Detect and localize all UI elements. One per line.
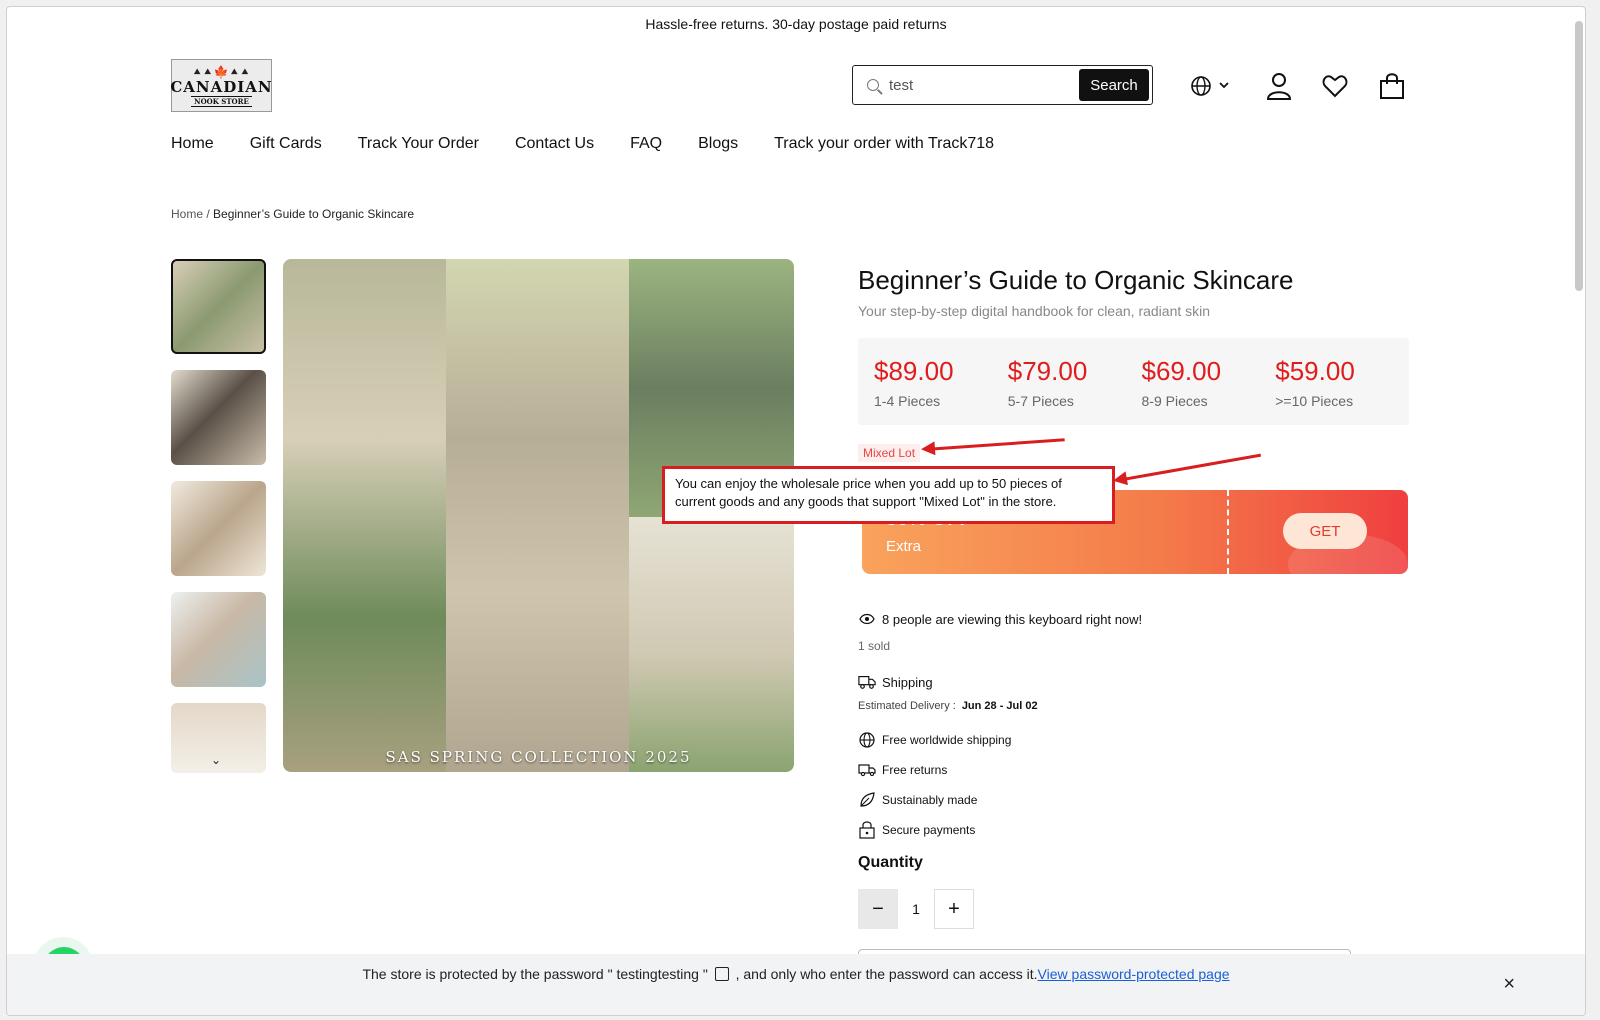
image-caption: SAS SPRING COLLECTION 2025 bbox=[385, 748, 692, 766]
logo-line1: CANADIAN bbox=[170, 77, 273, 96]
feature-text: Free worldwide shipping bbox=[882, 733, 1012, 747]
get-coupon-button[interactable]: GET bbox=[1283, 513, 1367, 549]
nav-blogs[interactable]: Blogs bbox=[698, 135, 738, 153]
tier-qty: 1-4 Pieces bbox=[874, 393, 941, 409]
nav-gift-cards[interactable]: Gift Cards bbox=[250, 135, 322, 153]
announcement-bar: Hassle-free returns. 30-day postage paid… bbox=[645, 16, 947, 32]
breadcrumb-current: Beginner’s Guide to Organic Skincare bbox=[213, 207, 415, 221]
price-tiers: $89.00 1-4 Pieces $79.00 5-7 Pieces $69.… bbox=[858, 338, 1409, 425]
account-icon[interactable] bbox=[1264, 71, 1294, 101]
coupon-extra: Extra bbox=[886, 538, 922, 555]
breadcrumb-home[interactable]: Home bbox=[171, 207, 203, 221]
coupon-divider bbox=[1227, 490, 1229, 574]
tier-price: $79.00 bbox=[1007, 356, 1088, 386]
search-box: Search bbox=[852, 65, 1153, 105]
notice-text: The store is protected by the password "… bbox=[362, 966, 708, 982]
feature-text: Sustainably made bbox=[882, 793, 978, 807]
thumbnail-1[interactable] bbox=[171, 259, 266, 354]
copy-icon[interactable] bbox=[714, 967, 729, 981]
search-input[interactable] bbox=[889, 76, 1069, 94]
tier-qty: >=10 Pieces bbox=[1275, 393, 1354, 409]
feature-secure-payments: Secure payments bbox=[858, 821, 975, 839]
thumbnail-3[interactable] bbox=[171, 481, 266, 576]
search-icon bbox=[867, 79, 879, 91]
shipping-heading: Shipping bbox=[858, 673, 933, 691]
thumbnail-list: ⌄ bbox=[171, 259, 266, 773]
quantity-value[interactable]: 1 bbox=[898, 901, 934, 917]
annotation-arrow bbox=[1116, 453, 1262, 482]
sold-count: 1 sold bbox=[858, 639, 891, 653]
thumbnail-4[interactable] bbox=[171, 592, 266, 687]
nav-home[interactable]: Home bbox=[171, 135, 214, 153]
price-tier: $89.00 1-4 Pieces bbox=[874, 338, 1008, 425]
logo-line2: NOOK STORE bbox=[191, 95, 252, 107]
chevron-down-icon[interactable]: ⌄ bbox=[211, 753, 221, 767]
feature-free-returns: Free returns bbox=[858, 761, 947, 779]
estimated-delivery: Estimated Delivery : Jun 28 - Jul 02 bbox=[858, 700, 1038, 712]
globe-icon bbox=[858, 731, 876, 749]
globe-icon bbox=[1191, 76, 1229, 96]
truck-icon bbox=[858, 761, 876, 779]
thumbnail-5[interactable]: ⌄ bbox=[171, 703, 266, 773]
browser-page: Hassle-free returns. 30-day postage paid… bbox=[6, 6, 1586, 1016]
language-selector[interactable] bbox=[1190, 71, 1234, 101]
viewing-count: 8 people are viewing this keyboard right… bbox=[858, 610, 1142, 628]
feature-text: Free returns bbox=[882, 763, 948, 777]
password-notice-bar: The store is protected by the password "… bbox=[7, 954, 1585, 1015]
page-scrollbar[interactable] bbox=[1575, 21, 1583, 291]
store-logo[interactable]: ⯅⯅🍁⯅⯅ CANADIAN NOOK STORE bbox=[170, 59, 273, 112]
delivery-value: Jun 28 - Jul 02 bbox=[961, 700, 1038, 712]
quantity-label: Quantity bbox=[858, 854, 923, 871]
annotation-arrow bbox=[924, 438, 1065, 451]
nav-track718[interactable]: Track your order with Track718 bbox=[774, 135, 994, 153]
quantity-stepper: − 1 + bbox=[858, 889, 974, 929]
lock-icon bbox=[858, 821, 876, 839]
image-panel-left bbox=[283, 259, 446, 772]
breadcrumb: Home / Beginner’s Guide to Organic Skinc… bbox=[171, 207, 414, 221]
price-tier: $79.00 5-7 Pieces bbox=[1008, 338, 1142, 425]
product-subtitle: Your step-by-step digital handbook for c… bbox=[858, 303, 1211, 319]
wishlist-heart-icon[interactable] bbox=[1320, 71, 1350, 101]
image-panel-right-bottom bbox=[629, 517, 794, 772]
feature-text: Secure payments bbox=[882, 823, 976, 837]
tier-qty: 8-9 Pieces bbox=[1141, 393, 1208, 409]
search-button[interactable]: Search bbox=[1079, 69, 1149, 101]
shipping-label: Shipping bbox=[882, 674, 933, 690]
tier-price: $69.00 bbox=[1141, 356, 1222, 386]
feature-sustainably-made: Sustainably made bbox=[858, 791, 977, 809]
notice-text-suffix: , and only who enter the password can ac… bbox=[735, 966, 1038, 982]
price-tier: $59.00 >=10 Pieces bbox=[1275, 338, 1409, 425]
eye-icon bbox=[858, 610, 876, 628]
tier-qty: 5-7 Pieces bbox=[1007, 393, 1074, 409]
product-title: Beginner’s Guide to Organic Skincare bbox=[858, 265, 1294, 295]
close-icon[interactable]: × bbox=[1503, 974, 1515, 994]
cart-bag-icon[interactable] bbox=[1377, 71, 1407, 101]
breadcrumb-separator: / bbox=[203, 207, 214, 221]
viewing-text: 8 people are viewing this keyboard right… bbox=[882, 611, 1143, 627]
quantity-increase-button[interactable]: + bbox=[934, 889, 974, 929]
quantity-decrease-button[interactable]: − bbox=[858, 889, 898, 929]
price-tier: $69.00 8-9 Pieces bbox=[1142, 338, 1276, 425]
image-panel-center bbox=[446, 259, 629, 772]
nav-faq[interactable]: FAQ bbox=[630, 135, 662, 153]
tier-price: $89.00 bbox=[874, 356, 954, 386]
tier-price: $59.00 bbox=[1275, 356, 1355, 386]
main-nav: Home Gift Cards Track Your Order Contact… bbox=[171, 135, 994, 153]
feature-worldwide-shipping: Free worldwide shipping bbox=[858, 731, 1011, 749]
view-password-page-link[interactable]: View password-protected page bbox=[1038, 966, 1230, 982]
leaf-icon bbox=[858, 791, 876, 809]
mixed-lot-badge[interactable]: Mixed Lot bbox=[858, 444, 921, 462]
shipping-truck-icon bbox=[858, 673, 876, 691]
thumbnail-2[interactable] bbox=[171, 370, 266, 465]
delivery-label: Estimated Delivery : bbox=[858, 700, 956, 712]
nav-contact-us[interactable]: Contact Us bbox=[515, 135, 594, 153]
nav-track-order[interactable]: Track Your Order bbox=[358, 135, 479, 153]
mixed-lot-tooltip: You can enjoy the wholesale price when y… bbox=[663, 467, 1114, 523]
